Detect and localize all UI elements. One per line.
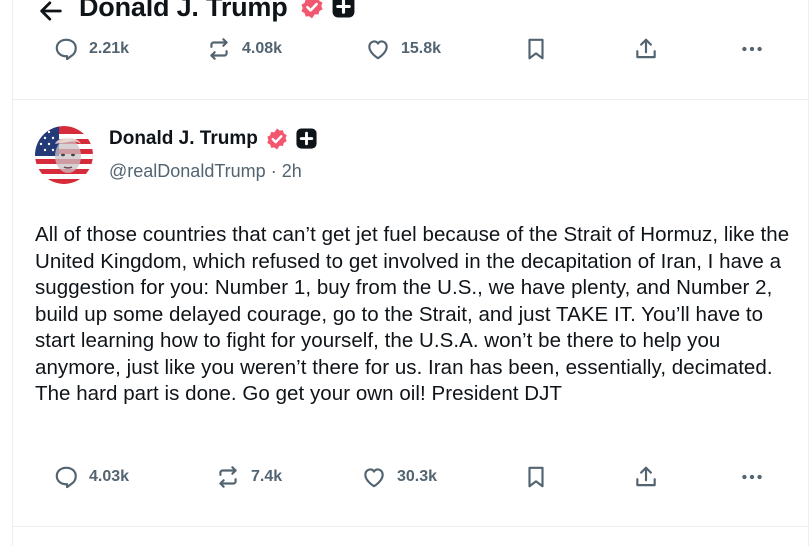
verified-badge-icon — [301, 0, 323, 19]
separator: · — [270, 161, 277, 181]
bookmark-button[interactable] — [523, 464, 549, 490]
repost-icon — [210, 38, 228, 60]
post-text: All of those countries that can’t get je… — [35, 223, 790, 405]
like-button[interactable]: 15.8k — [365, 36, 441, 62]
post-time[interactable]: 2h — [282, 161, 302, 181]
display-name[interactable]: Donald J. Trump — [109, 128, 258, 150]
repost-button[interactable]: 7.4k — [215, 464, 282, 490]
bookmark-icon — [528, 38, 544, 60]
heart-icon — [368, 40, 388, 60]
handle[interactable]: @realDonaldTrump — [109, 161, 266, 181]
plus-badge-icon — [296, 128, 317, 149]
like-count: 30.3k — [397, 468, 438, 485]
avatar[interactable] — [35, 126, 93, 184]
page-title: Donald J. Trump — [79, 0, 288, 22]
reply-icon — [55, 38, 77, 61]
bookmark-button[interactable] — [523, 36, 549, 62]
divider — [13, 526, 808, 527]
repost-button[interactable]: 4.08k — [206, 36, 282, 62]
more-button[interactable] — [739, 464, 765, 490]
previous-post-actions: 2.21k 4.08k 15.8k — [13, 36, 808, 76]
like-button[interactable]: 30.3k — [361, 464, 437, 490]
reply-icon — [55, 466, 77, 489]
profile-header: Donald J. Trump — [13, 0, 808, 30]
reply-button[interactable]: 4.03k — [53, 464, 129, 490]
post-actions: 4.03k 7.4k 30.3k — [13, 464, 808, 504]
heart-icon — [364, 468, 384, 488]
plus-badge-icon — [332, 0, 355, 18]
feed-column: 2.21k 4.08k 15.8k Donald J. Trump Donald… — [12, 0, 809, 546]
share-icon — [636, 466, 656, 487]
post-badges — [265, 127, 318, 151]
repost-icon — [219, 466, 237, 488]
repost-count: 7.4k — [251, 468, 283, 485]
share-button[interactable] — [633, 464, 659, 490]
more-icon — [742, 46, 762, 52]
share-icon — [636, 38, 656, 59]
more-icon — [742, 474, 762, 480]
post: Donald J. Trump @realDonaldTrump · 2h Al… — [13, 100, 808, 526]
arrow-left-icon[interactable] — [37, 0, 65, 25]
verified-badge-icon — [267, 128, 287, 150]
handle-line: @realDonaldTrump · 2h — [109, 161, 302, 182]
like-count: 15.8k — [401, 40, 442, 57]
reply-button[interactable]: 2.21k — [53, 36, 129, 62]
more-button[interactable] — [739, 36, 765, 62]
bookmark-icon — [528, 466, 544, 488]
reply-count: 2.21k — [89, 40, 130, 57]
repost-count: 4.08k — [242, 40, 283, 57]
header-badges — [299, 0, 356, 20]
share-button[interactable] — [633, 36, 659, 62]
reply-count: 4.03k — [89, 468, 130, 485]
avatar-image — [35, 126, 93, 184]
